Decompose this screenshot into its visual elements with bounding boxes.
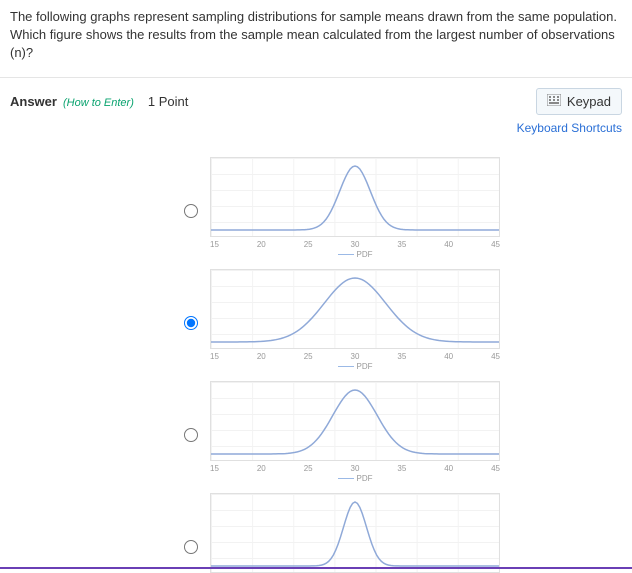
option-row: 15 20 25 30 35 40 45 PDF — [0, 153, 632, 265]
legend-line-icon — [338, 478, 354, 479]
distribution-chart — [210, 269, 500, 349]
x-axis-ticks: 15 20 25 30 35 40 45 — [210, 237, 500, 250]
x-tick: 15 — [210, 352, 219, 361]
x-tick: 35 — [397, 352, 406, 361]
keypad-button[interactable]: Keypad — [536, 88, 622, 115]
x-tick: 40 — [444, 240, 453, 249]
x-tick: 40 — [444, 464, 453, 473]
x-tick: 25 — [304, 464, 313, 473]
option-radio[interactable] — [184, 316, 198, 330]
distribution-chart — [210, 381, 500, 461]
option-radio[interactable] — [184, 540, 198, 554]
question-text: The following graphs represent sampling … — [0, 0, 632, 78]
keypad-label: Keypad — [567, 94, 611, 109]
x-tick: 40 — [444, 352, 453, 361]
x-tick: 15 — [210, 464, 219, 473]
chart-cell: 15 20 25 30 35 40 45 PDF — [210, 381, 500, 489]
distribution-chart — [210, 493, 500, 573]
option-row: 15 20 25 30 35 40 45 PDF — [0, 377, 632, 489]
chart-cell: 15202530354045PDF — [210, 493, 500, 573]
x-axis-ticks: 15 20 25 30 35 40 45 — [210, 461, 500, 474]
legend-line-icon — [338, 366, 354, 367]
x-tick: 45 — [491, 240, 500, 249]
x-tick: 25 — [304, 352, 313, 361]
answer-bar: Answer (How to Enter) 1 Point Keypad — [0, 78, 632, 119]
legend-label: PDF — [357, 250, 373, 259]
chart-legend: PDF — [210, 250, 500, 265]
options-area: 15 20 25 30 35 40 45 PDF 15 20 25 30 35 40 45 PDF 15 20 25… — [0, 143, 632, 573]
x-tick: 45 — [491, 352, 500, 361]
chart-cell: 15 20 25 30 35 40 45 PDF — [210, 269, 500, 377]
chart-cell: 15 20 25 30 35 40 45 PDF — [210, 157, 500, 265]
x-tick: 30 — [351, 464, 360, 473]
x-tick: 20 — [257, 352, 266, 361]
x-tick: 20 — [257, 464, 266, 473]
x-tick: 15 — [210, 240, 219, 249]
distribution-chart — [210, 157, 500, 237]
x-tick: 35 — [397, 240, 406, 249]
option-radio[interactable] — [184, 204, 198, 218]
legend-label: PDF — [357, 474, 373, 483]
points-label: 1 Point — [148, 94, 188, 109]
answer-label: Answer — [10, 94, 57, 109]
x-tick: 35 — [397, 464, 406, 473]
keyboard-shortcuts-link[interactable]: Keyboard Shortcuts — [0, 119, 632, 143]
chart-legend: PDF — [210, 474, 500, 489]
x-tick: 20 — [257, 240, 266, 249]
option-radio[interactable] — [184, 428, 198, 442]
option-row: 15202530354045PDF — [0, 489, 632, 573]
keypad-icon — [547, 94, 561, 109]
how-to-enter-link[interactable]: (How to Enter) — [63, 97, 134, 109]
x-axis-ticks: 15 20 25 30 35 40 45 — [210, 349, 500, 362]
x-tick: 25 — [304, 240, 313, 249]
legend-line-icon — [338, 254, 354, 255]
legend-label: PDF — [357, 362, 373, 371]
option-row: 15 20 25 30 35 40 45 PDF — [0, 265, 632, 377]
x-tick: 30 — [351, 352, 360, 361]
chart-legend: PDF — [210, 362, 500, 377]
x-tick: 45 — [491, 464, 500, 473]
x-tick: 30 — [351, 240, 360, 249]
